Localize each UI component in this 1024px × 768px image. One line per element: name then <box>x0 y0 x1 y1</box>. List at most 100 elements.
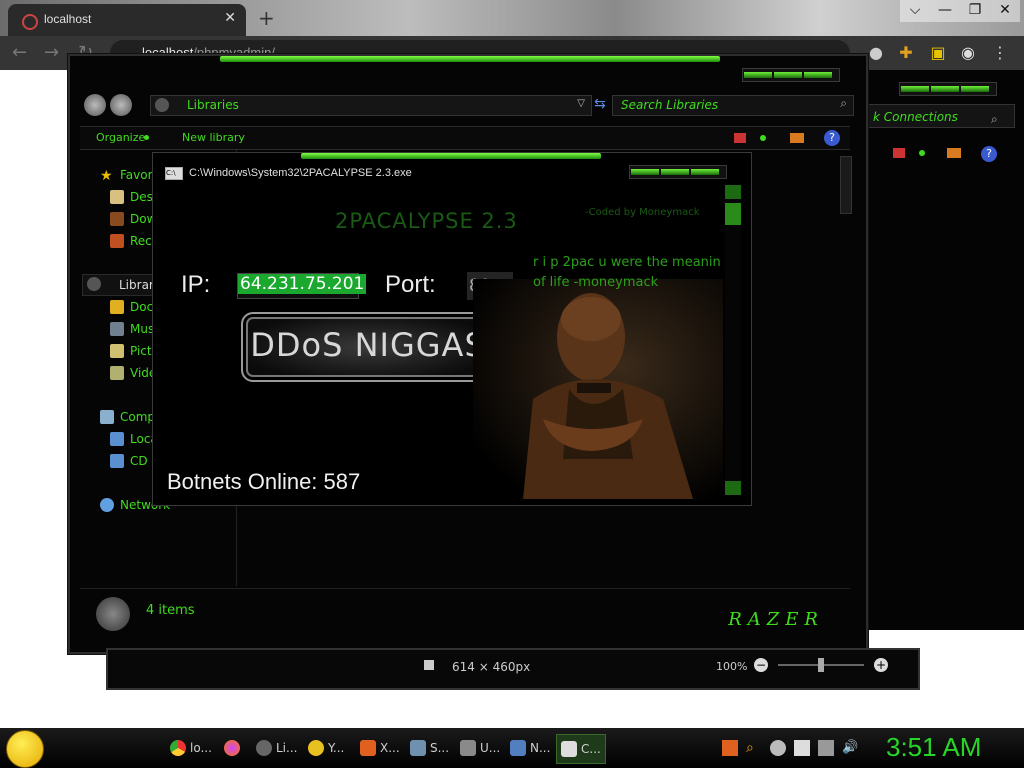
item-count: 4 items <box>146 603 195 618</box>
close-window-button[interactable]: ✕ <box>990 0 1020 22</box>
tab-close-icon[interactable]: ✕ <box>224 10 236 26</box>
cmd-scrollbar[interactable] <box>725 185 741 495</box>
scroll-down-button[interactable] <box>725 481 741 495</box>
maximize-button[interactable]: ❐ <box>960 0 990 22</box>
back-window-controls[interactable] <box>899 82 997 96</box>
new-tab-button[interactable]: + <box>258 6 275 30</box>
avatar-icon[interactable]: ◉ <box>958 43 978 63</box>
explorer-forward-icon[interactable] <box>110 94 132 116</box>
refresh-icon[interactable]: ⇆ <box>594 96 606 112</box>
zoom-slider-thumb[interactable] <box>818 658 824 672</box>
tray-xampp-icon[interactable] <box>722 740 738 756</box>
explorer-search-input[interactable]: Search Libraries ⌕ <box>612 95 854 116</box>
scroll-thumb[interactable] <box>725 203 741 225</box>
attack-button[interactable]: DDoS NIGGAS <box>241 312 495 382</box>
tray-flag-icon[interactable] <box>794 740 810 756</box>
explorer-address-bar[interactable]: Libraries ▽ <box>150 95 592 116</box>
nav-music[interactable]: Mus <box>130 322 154 336</box>
taskbar-item-services[interactable]: S... <box>406 734 456 762</box>
nav-cd-drive[interactable]: CD <box>130 454 148 468</box>
nav-computer[interactable]: Comp <box>120 410 155 424</box>
view-dropdown-icon[interactable] <box>760 135 766 141</box>
minimize-button[interactable]: — <box>930 0 960 22</box>
preview-pane-icon[interactable] <box>790 133 804 143</box>
tray-network-icon[interactable] <box>818 740 834 756</box>
nav-favorites[interactable]: Favori <box>120 168 156 182</box>
tribute-text: r i p 2pac u were the meanin of life -mo… <box>533 253 733 293</box>
desktop-icon <box>110 190 124 204</box>
taskbar-label: Y... <box>328 741 345 755</box>
taskbar-item-chrome[interactable]: lo... <box>166 734 216 762</box>
search-icon[interactable]: ⌕ <box>840 96 847 111</box>
services-icon <box>410 740 426 756</box>
zoom-slider[interactable] <box>778 658 864 672</box>
nav-desktop[interactable]: Des <box>130 190 153 204</box>
nav-recent[interactable]: Rec <box>130 234 152 248</box>
back-arrow-icon[interactable]: ← <box>12 42 27 63</box>
back-search-icon[interactable]: ⌕ <box>991 112 998 127</box>
image-size-icon <box>424 660 434 670</box>
cmd-window: C:\ C:\Windows\System32\2PACALYPSE 2.3.e… <box>152 152 752 506</box>
taskbar-label: N... <box>530 741 551 755</box>
utility-icon <box>460 740 476 756</box>
help-icon[interactable]: ? <box>824 130 840 146</box>
nav-pictures[interactable]: Pict <box>130 344 152 358</box>
back-dot-icon[interactable] <box>919 150 925 156</box>
search-placeholder: Search Libraries <box>621 98 719 112</box>
tribute-photo <box>473 279 723 499</box>
explorer-details-pane: 4 items RAZER <box>80 588 850 641</box>
taskbar-item-utility[interactable]: U... <box>456 734 506 762</box>
taskbar-label: lo... <box>190 741 212 755</box>
new-library-button[interactable]: New library <box>182 131 245 144</box>
taskbar-label: Li... <box>276 741 298 755</box>
view-options-icon[interactable] <box>734 133 746 143</box>
profile-flag-icon[interactable]: ● <box>866 43 886 63</box>
libraries-icon <box>256 740 272 756</box>
nav-libraries: Librar <box>119 278 154 292</box>
xampp-icon <box>360 740 376 756</box>
start-smiley-icon[interactable] <box>6 730 44 768</box>
tribute-line-1: r i p 2pac u were the meanin <box>533 255 721 270</box>
extension-square-icon[interactable]: ▣ <box>928 43 948 63</box>
tray-search-icon[interactable]: ⌕ <box>746 740 762 756</box>
cmd-title-accent <box>301 153 601 159</box>
recent-places-icon <box>110 234 124 248</box>
network-icon <box>510 740 526 756</box>
videos-icon <box>110 366 124 380</box>
tab-search-button[interactable]: ⌵ <box>900 0 930 22</box>
back-folder-icon[interactable] <box>947 148 961 158</box>
tab-favicon-icon <box>22 14 38 30</box>
taskbar-item-cmd[interactable]: C... <box>556 734 606 764</box>
tray-status-icon[interactable] <box>770 740 786 756</box>
menu-kebab-icon[interactable]: ⋮ <box>990 43 1010 63</box>
organize-button[interactable]: Organize <box>96 131 145 144</box>
nav-libraries-row[interactable]: Librar <box>82 274 156 296</box>
tray-volume-icon[interactable]: 🔊 <box>842 740 858 756</box>
taskbar-clock[interactable]: 3:51 AM <box>886 732 981 763</box>
port-label: Port: <box>385 271 436 298</box>
taskbar-item-libraries[interactable]: Li... <box>252 734 302 762</box>
taskbar-item-network[interactable]: N... <box>506 734 556 762</box>
address-dropdown-icon[interactable]: ▽ <box>577 98 585 109</box>
tribute-line-2: of life -moneymack <box>533 275 659 290</box>
nav-documents[interactable]: Doc <box>130 300 153 314</box>
back-help-icon[interactable]: ? <box>981 146 997 162</box>
zoom-in-button[interactable]: + <box>874 658 888 672</box>
taskbar-item-yahoo[interactable]: Y... <box>304 734 354 762</box>
scroll-up-button[interactable] <box>725 185 741 199</box>
network-connections-window: k Connections ⌕ ? <box>862 70 1024 630</box>
zoom-out-button[interactable]: − <box>754 658 768 672</box>
explorer-window-controls[interactable] <box>742 68 840 82</box>
cmd-window-controls[interactable] <box>629 165 727 179</box>
cmd-icon <box>561 741 577 757</box>
extension-puzzle-icon[interactable]: ✚ <box>896 43 916 63</box>
cmd-window-title: C:\Windows\System32\2PACALYPSE 2.3.exe <box>189 167 412 179</box>
explorer-scrollbar[interactable] <box>840 156 852 214</box>
back-view-icon[interactable] <box>893 148 905 158</box>
taskbar-item-firefox[interactable] <box>220 734 254 762</box>
browser-tab[interactable]: localhost ✕ <box>8 4 246 36</box>
ip-input[interactable]: 64.231.75.201 <box>237 273 367 299</box>
explorer-back-icon[interactable] <box>84 94 106 116</box>
forward-arrow-icon[interactable]: → <box>44 42 59 63</box>
taskbar-item-xampp[interactable]: X... <box>356 734 406 762</box>
